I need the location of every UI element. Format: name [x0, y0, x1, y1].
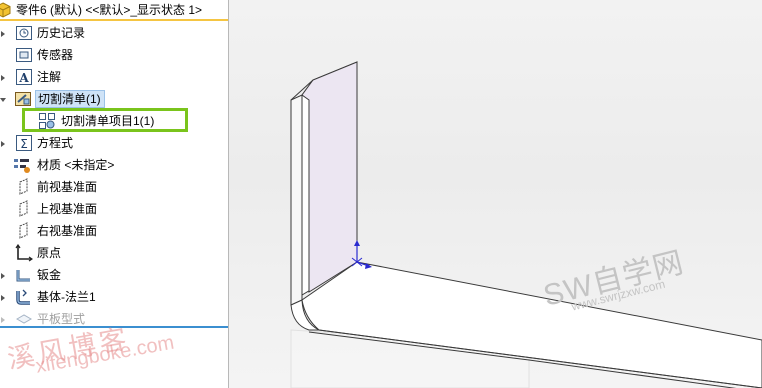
tree-item-label: 材质 <未指定> [37, 158, 115, 172]
annotation-icon: A [15, 68, 33, 86]
tree-item-right-plane[interactable]: 右视基准面 [0, 220, 228, 242]
tree-item-label: 方程式 [37, 136, 74, 150]
graphics-viewport[interactable] [229, 0, 762, 388]
sensor-folder-icon [15, 46, 33, 64]
history-folder-icon [15, 24, 33, 42]
origin-icon [15, 243, 34, 262]
expand-arrow-icon[interactable] [0, 286, 6, 308]
header-underline [0, 19, 228, 21]
tree-item-history[interactable]: 历史记录 [0, 22, 228, 44]
tree-item-origin[interactable]: 原点 [0, 242, 228, 264]
material-icon [13, 156, 31, 174]
tree-item-label: 前视基准面 [37, 180, 98, 194]
tree-item-base-flange[interactable]: 基体-法兰1 [0, 286, 228, 308]
tree-item-sheet-metal[interactable]: 钣金 [0, 264, 228, 286]
tree-item-annotations[interactable]: A 注解 [0, 66, 228, 88]
tree-item-label: 右视基准面 [37, 224, 98, 238]
selection-highlight-box [22, 108, 188, 132]
tree-item-label: 基体-法兰1 [37, 290, 96, 304]
plane-icon [15, 200, 33, 218]
expand-arrow-icon[interactable] [0, 66, 6, 88]
tree-item-label: 历史记录 [37, 26, 86, 40]
tree-item-top-plane[interactable]: 上视基准面 [0, 198, 228, 220]
base-flange-icon [15, 288, 33, 306]
plane-icon [15, 178, 33, 196]
tree-item-cut-list[interactable]: 切割清单(1) [0, 88, 228, 110]
expand-arrow-icon[interactable] [0, 132, 6, 154]
svg-text:Σ: Σ [20, 137, 28, 151]
tree-item-material[interactable]: 材质 <未指定> [0, 154, 228, 176]
plane-icon [15, 222, 33, 240]
tree-item-equations[interactable]: Σ 方程式 [0, 132, 228, 154]
tree-item-front-plane[interactable]: 前视基准面 [0, 176, 228, 198]
tree-item-label: 注解 [37, 70, 62, 84]
tree-item-label: 原点 [37, 246, 62, 260]
part-icon [0, 1, 12, 19]
cut-list-icon [14, 90, 32, 108]
expand-arrow-icon[interactable] [0, 264, 6, 286]
tree-item-label: 上视基准面 [37, 202, 98, 216]
tree-root-label: 零件6 (默认) <<默认>_显示状态 1> [16, 3, 203, 17]
svg-text:A: A [18, 71, 29, 85]
tree-item-label: 切割清单(1) [38, 92, 101, 106]
tree-item-sensors[interactable]: 传感器 [0, 44, 228, 66]
sheet-metal-model[interactable] [229, 0, 762, 388]
expand-arrow-icon[interactable] [0, 22, 6, 44]
collapse-arrow-icon[interactable] [0, 88, 6, 110]
sheet-metal-icon [15, 266, 33, 284]
tree-item-label: 传感器 [37, 48, 74, 62]
tree-item-label: 钣金 [37, 268, 62, 282]
equation-icon: Σ [15, 134, 33, 152]
